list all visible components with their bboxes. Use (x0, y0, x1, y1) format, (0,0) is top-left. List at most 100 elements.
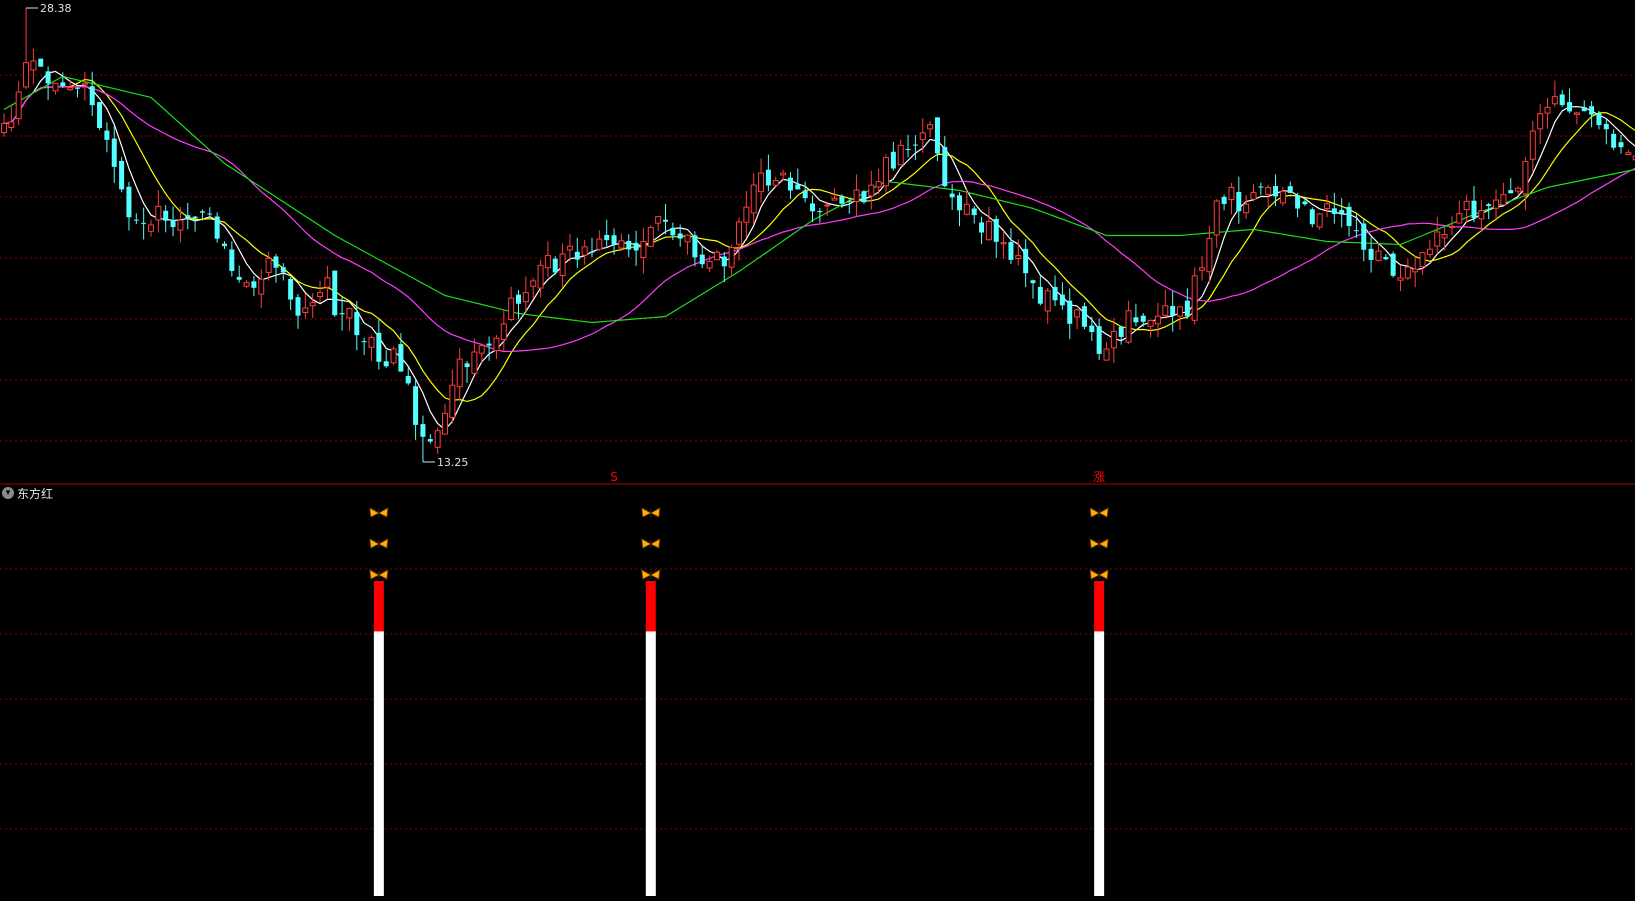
candlestick (919, 118, 926, 153)
candle-body (530, 280, 537, 287)
candle-body (633, 242, 639, 251)
candlestick (1581, 100, 1587, 112)
candlestick (1118, 325, 1124, 345)
candlestick (1037, 274, 1043, 306)
candlestick (449, 369, 456, 424)
candle-body (963, 203, 970, 215)
candle-body (875, 181, 882, 188)
candle-body (1390, 253, 1396, 276)
candlestick (456, 348, 463, 402)
candle-body (398, 344, 404, 372)
candlestick (390, 346, 397, 365)
candle-body (1081, 306, 1087, 327)
candle-body (1154, 315, 1161, 325)
candlestick (640, 227, 647, 274)
candle-body (133, 219, 139, 221)
chevron-down-icon[interactable]: ▾ (2, 487, 14, 499)
candle-body (1522, 161, 1529, 195)
candlestick (1250, 184, 1257, 202)
candlestick (633, 230, 639, 266)
candle-body (324, 277, 331, 288)
signal-column-white (373, 631, 384, 896)
candle-body (1103, 348, 1110, 361)
candlestick (750, 173, 757, 225)
candlestick (368, 335, 375, 362)
candle-body (1404, 266, 1411, 279)
candle-body (177, 219, 184, 231)
candlestick (317, 280, 324, 304)
candle-body (155, 205, 162, 221)
candlestick (398, 333, 404, 372)
candlestick (52, 82, 59, 95)
candle-body (853, 189, 860, 203)
candle-body (1052, 286, 1058, 301)
candlestick (192, 215, 198, 232)
candlestick (273, 254, 279, 283)
candlestick (927, 120, 934, 138)
candlestick (692, 231, 698, 267)
indicator-grid (0, 568, 1635, 830)
candle-body (868, 184, 875, 197)
candlestick (552, 256, 558, 275)
candle-body (1375, 250, 1382, 261)
candle-body (1273, 186, 1279, 197)
signal-top-label: 涨 (1093, 469, 1105, 484)
candle-body (1170, 305, 1176, 316)
candle-body (1000, 242, 1007, 245)
candlestick (1397, 265, 1404, 292)
candlestick (170, 206, 176, 237)
butterfly-wing-left (641, 507, 652, 518)
candle-body (905, 149, 911, 151)
candle-body (302, 307, 309, 313)
candle-body (1353, 230, 1359, 232)
candlestick (97, 101, 103, 131)
butterfly-icon (641, 507, 661, 518)
butterfly-wing-left (1089, 538, 1101, 549)
candle-body (721, 256, 727, 267)
candle-body (493, 337, 500, 352)
candlestick (721, 252, 727, 283)
candle-body (81, 82, 88, 86)
candlestick (1603, 118, 1609, 145)
candlestick (589, 237, 595, 258)
signal-column-white (645, 631, 656, 896)
candle-body (1596, 113, 1602, 126)
candlestick (1059, 282, 1065, 310)
butterfly-wing-left (1089, 507, 1101, 518)
candlestick (1559, 90, 1565, 107)
candle-body (772, 180, 779, 186)
signal-columns: S涨 (369, 469, 1109, 896)
candle-body (839, 196, 845, 204)
candle-body (611, 235, 617, 245)
candle-body (251, 281, 257, 288)
butterfly-wing-right (377, 538, 389, 549)
butterfly-wing-right (1098, 569, 1109, 580)
candlestick (663, 204, 668, 235)
candlestick (126, 181, 132, 231)
candlestick (1133, 303, 1139, 327)
candlestick (1441, 226, 1448, 251)
candle-body (942, 147, 948, 187)
candlestick (1081, 302, 1087, 330)
candlestick (985, 206, 992, 241)
candlestick (243, 280, 250, 288)
candle-body (1486, 204, 1492, 207)
candle-body (927, 124, 934, 130)
candlestick (1390, 251, 1396, 278)
candlestick (1383, 253, 1389, 261)
candle-body (111, 138, 117, 167)
candle-body (684, 234, 691, 243)
candle-body (199, 211, 205, 213)
candlestick (581, 239, 588, 265)
indicator-header: ▾ 东方红 (2, 484, 53, 502)
candle-body (574, 251, 580, 260)
min-price-label: 13.25 (422, 456, 468, 469)
candlestick (1493, 189, 1500, 221)
signal-column-red (1094, 581, 1105, 632)
candlestick (23, 8, 30, 90)
butterfly-icon (369, 569, 389, 580)
candlestick (566, 234, 573, 262)
candlestick (1125, 300, 1132, 344)
candle-body (1030, 280, 1036, 284)
candle-body (1191, 275, 1198, 321)
